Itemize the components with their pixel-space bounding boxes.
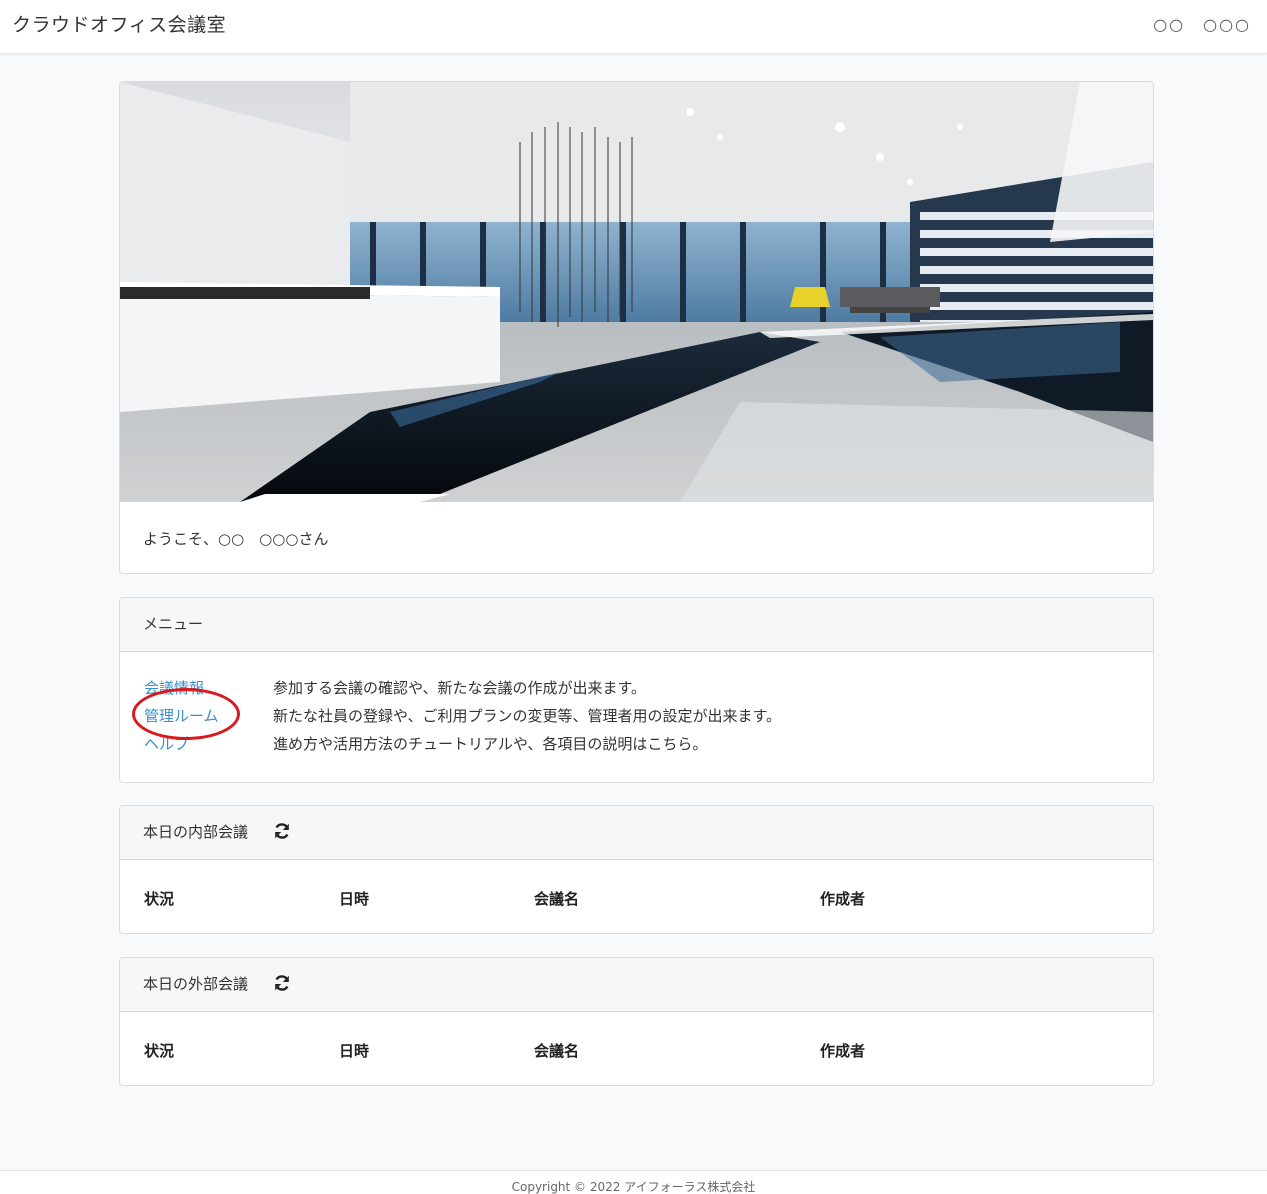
column-status[interactable]: 状況 — [144, 888, 174, 909]
app-brand[interactable]: クラウドオフィス会議室 — [12, 10, 226, 37]
help-link[interactable]: ヘルプ — [144, 733, 189, 754]
column-meeting-name[interactable]: 会議名 — [534, 888, 579, 909]
menu-header: メニュー — [120, 598, 1153, 652]
column-datetime[interactable]: 日時 — [339, 888, 369, 909]
help-description: 進め方や活用方法のチュートリアルや、各項目の説明はこちら。 — [273, 735, 708, 753]
copyright-text: Copyright © 2022 アイフォーラス株式会社 — [511, 1180, 756, 1194]
column-creator[interactable]: 作成者 — [820, 1040, 865, 1061]
meeting-info-link[interactable]: 会議情報 — [144, 677, 204, 698]
footer: Copyright © 2022 アイフォーラス株式会社 — [0, 1170, 1267, 1194]
welcome-card: ようこそ、○○ ○○○さん — [119, 81, 1154, 574]
external-meetings-header: 本日の外部会議 — [120, 958, 1153, 1012]
menu-item-help: ヘルプ 進め方や活用方法のチュートリアルや、各項目の説明はこちら。 — [120, 733, 1153, 759]
welcome-message: ようこそ、○○ ○○○さん — [143, 530, 329, 548]
refresh-icon[interactable] — [272, 973, 292, 993]
admin-room-link[interactable]: 管理ルーム — [144, 705, 219, 726]
menu-title: メニュー — [143, 615, 204, 633]
column-meeting-name[interactable]: 会議名 — [534, 1040, 579, 1061]
internal-meetings-header: 本日の内部会議 — [120, 806, 1153, 860]
column-datetime[interactable]: 日時 — [339, 1040, 369, 1061]
menu-item-admin-room: 管理ルーム 新たな社員の登録や、ご利用プランの変更等、管理者用の設定が出来ます。 — [120, 705, 1153, 731]
office-photo — [120, 82, 1153, 502]
user-name[interactable]: ○○ ○○○ — [1153, 11, 1251, 35]
refresh-icon[interactable] — [272, 821, 292, 841]
internal-meetings-title: 本日の内部会議 — [143, 823, 249, 841]
column-creator[interactable]: 作成者 — [820, 888, 865, 909]
top-navbar: クラウドオフィス会議室 ○○ ○○○ — [0, 0, 1267, 54]
column-status[interactable]: 状況 — [144, 1040, 174, 1061]
internal-meetings-card: 本日の内部会議 状況 日時 会議名 作成者 — [119, 805, 1154, 934]
office-hero-image — [120, 82, 1153, 502]
external-meetings-card: 本日の外部会議 状況 日時 会議名 作成者 — [119, 957, 1154, 1086]
admin-room-description: 新たな社員の登録や、ご利用プランの変更等、管理者用の設定が出来ます。 — [273, 707, 782, 725]
menu-item-meeting-info: 会議情報 参加する会議の確認や、新たな会議の作成が出来ます。 — [120, 677, 1153, 703]
external-meetings-title: 本日の外部会議 — [143, 975, 249, 993]
menu-card: メニュー 会議情報 参加する会議の確認や、新たな会議の作成が出来ます。 管理ルー… — [119, 597, 1154, 783]
meeting-info-description: 参加する会議の確認や、新たな会議の作成が出来ます。 — [273, 679, 647, 697]
